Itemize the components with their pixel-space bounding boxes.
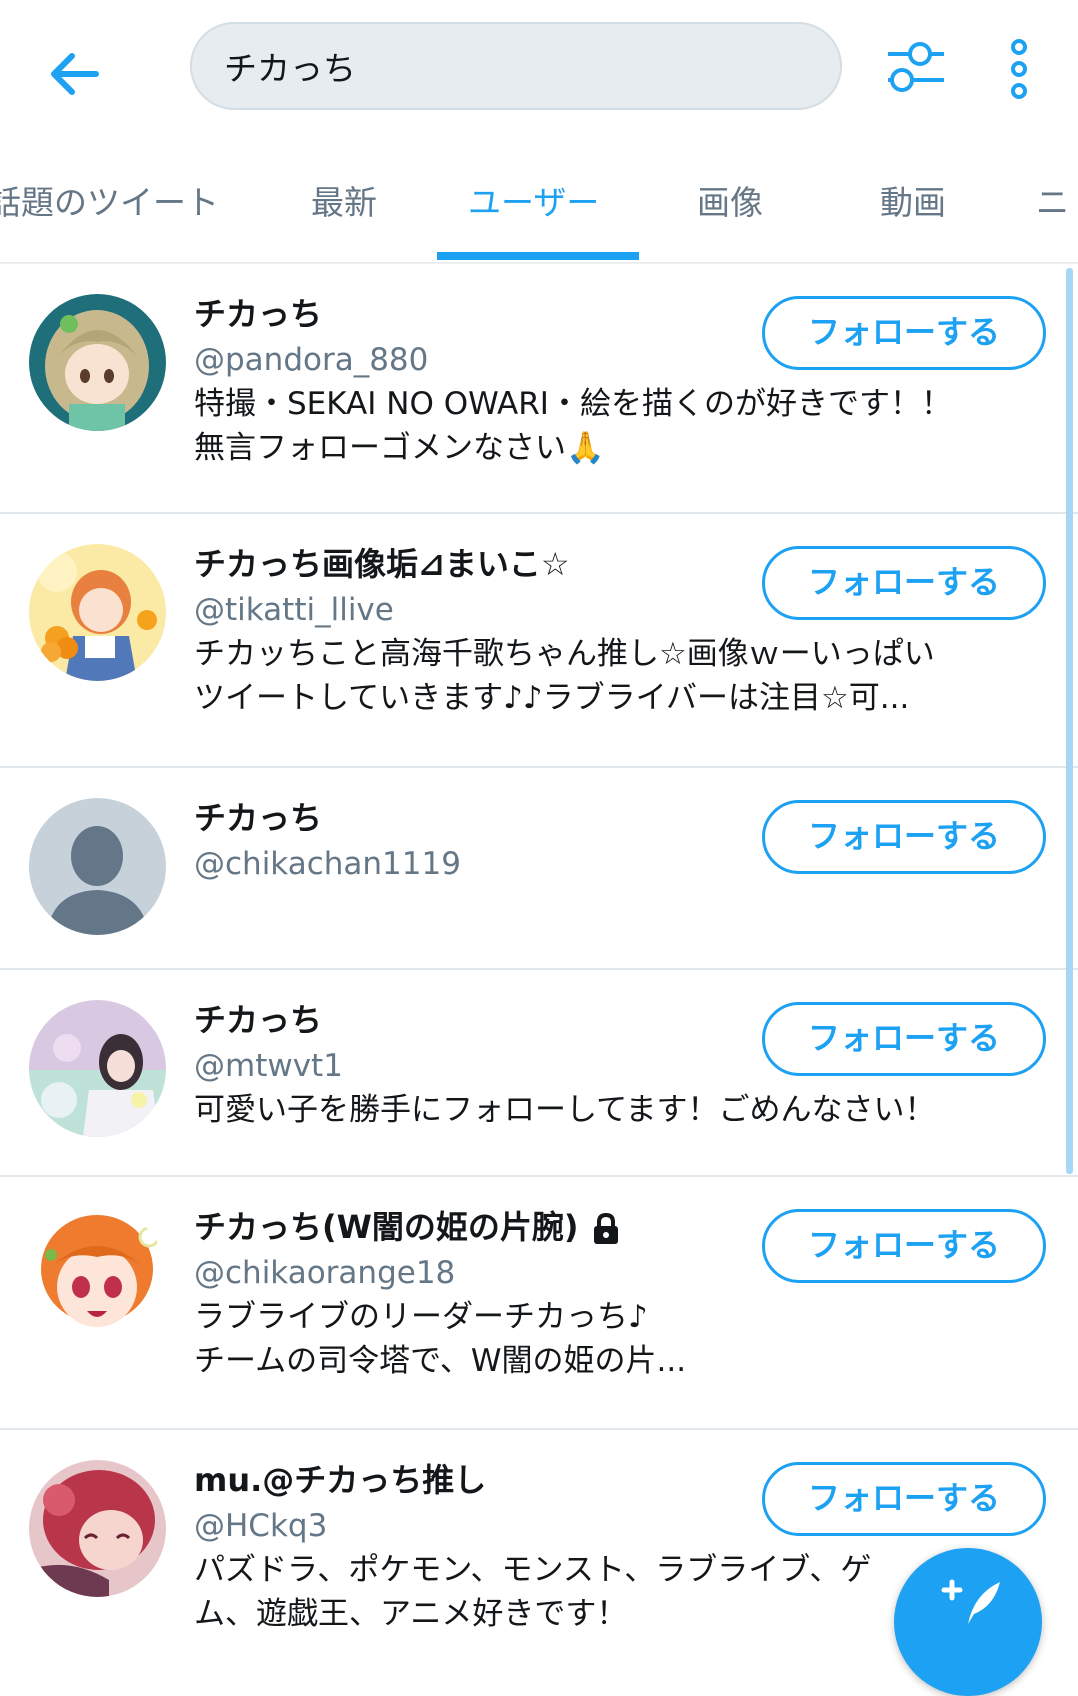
user-handle: @mtwvt1 <box>194 1048 343 1084</box>
back-button[interactable] <box>44 44 104 104</box>
user-handle: @chikaorange18 <box>194 1255 456 1291</box>
follow-button[interactable]: フォローする <box>762 1209 1046 1283</box>
filter-button[interactable] <box>884 40 946 96</box>
more-options-button[interactable] <box>1002 38 1036 100</box>
user-row[interactable]: チカっち @chikachan1119 フォローする <box>0 768 1078 970</box>
search-tabs: 話題のツイート 最新 ユーザー 画像 動画 ニ <box>0 138 1078 263</box>
bio-line: チームの司令塔で、W闇の姫の片... <box>194 1343 687 1379</box>
avatar[interactable] <box>29 1207 166 1344</box>
user-row[interactable]: チカっち(W闇の姫の片腕) @chikaorange18 ラブライブのリーダーチ… <box>0 1177 1078 1430</box>
user-name: チカっち <box>194 295 323 333</box>
user-bio: チカッちこと高海千歌ちゃん推し☆画像ｗーいっぱい ツイートしていきます♪♪ラブラ… <box>194 632 1030 720</box>
user-row[interactable]: チカっち @pandora_880 特撮・SEKAI NO OWARI・絵を描く… <box>0 264 1078 514</box>
follow-button[interactable]: フォローする <box>762 1002 1046 1076</box>
sliders-icon <box>888 42 944 92</box>
avatar[interactable] <box>29 544 166 681</box>
active-tab-indicator <box>437 252 639 260</box>
lock-icon <box>593 1213 618 1244</box>
tab-users[interactable]: ユーザー <box>468 178 599 228</box>
tab-videos[interactable]: 動画 <box>880 178 946 228</box>
follow-button[interactable]: フォローする <box>762 546 1046 620</box>
scroll-indicator[interactable] <box>1066 268 1073 1174</box>
arrow-left-icon <box>51 53 99 95</box>
search-box[interactable] <box>190 22 842 110</box>
default-avatar-icon <box>29 798 166 935</box>
user-handle: @pandora_880 <box>194 342 429 378</box>
avatar[interactable] <box>29 1000 166 1137</box>
user-name: チカっち <box>194 1001 323 1039</box>
user-name: mu.@チカっち推し <box>194 1461 487 1499</box>
avatar[interactable] <box>29 294 166 431</box>
follow-button[interactable]: フォローする <box>762 296 1046 370</box>
avatar[interactable] <box>29 798 166 935</box>
follow-button[interactable]: フォローする <box>762 800 1046 874</box>
follow-button[interactable]: フォローする <box>762 1462 1046 1536</box>
tab-photos[interactable]: 画像 <box>697 178 763 228</box>
tab-news[interactable]: ニ <box>1036 178 1069 228</box>
tab-top-tweets[interactable]: 話題のツイート <box>0 178 219 228</box>
user-name: チカっち画像垢⊿まいこ☆ <box>194 545 570 583</box>
user-row[interactable]: チカっち @mtwvt1 可愛い子を勝手にフォローしてます！ごめんなさい！ フォ… <box>0 970 1078 1177</box>
user-bio: ラブライブのリーダーチカっち♪ チームの司令塔で、W闇の姫の片... <box>194 1295 1030 1383</box>
user-row[interactable]: チカっち画像垢⊿まいこ☆ @tikatti_llive チカッちこと高海千歌ちゃ… <box>0 514 1078 768</box>
user-bio: 特撮・SEKAI NO OWARI・絵を描くのが好きです！！ 無言フォローゴメン… <box>194 382 1030 470</box>
user-name-text: チカっち(W闇の姫の片腕) <box>194 1208 579 1246</box>
user-name: チカっち(W闇の姫の片腕) <box>194 1205 621 1249</box>
top-bar <box>0 0 1078 138</box>
user-name: チカっち <box>194 799 323 837</box>
bio-line: ラブライブのリーダーチカっち♪ <box>194 1299 648 1335</box>
compose-tweet-button[interactable] <box>894 1548 1042 1696</box>
user-handle: @chikachan1119 <box>194 846 461 882</box>
user-handle: @HCkq3 <box>194 1508 328 1544</box>
search-input[interactable] <box>224 40 804 92</box>
bio-line: ツイートしていきます♪♪ラブライバーは注目☆可... <box>194 680 910 716</box>
bio-line: 特撮・SEKAI NO OWARI・絵を描くのが好きです！！ <box>194 386 952 422</box>
avatar[interactable] <box>29 1460 166 1597</box>
user-handle: @tikatti_llive <box>194 592 394 628</box>
compose-feather-icon <box>941 1579 1000 1624</box>
bio-line: 無言フォローゴメンなさい🙏 <box>194 430 605 466</box>
bio-line: 可愛い子を勝手にフォローしてます！ごめんなさい！ <box>194 1092 936 1128</box>
vertical-dots-icon <box>1011 39 1027 99</box>
tab-latest[interactable]: 最新 <box>311 178 377 228</box>
user-bio: 可愛い子を勝手にフォローしてます！ごめんなさい！ <box>194 1088 1030 1132</box>
bio-line: チカッちこと高海千歌ちゃん推し☆画像ｗーいっぱい <box>194 636 935 672</box>
